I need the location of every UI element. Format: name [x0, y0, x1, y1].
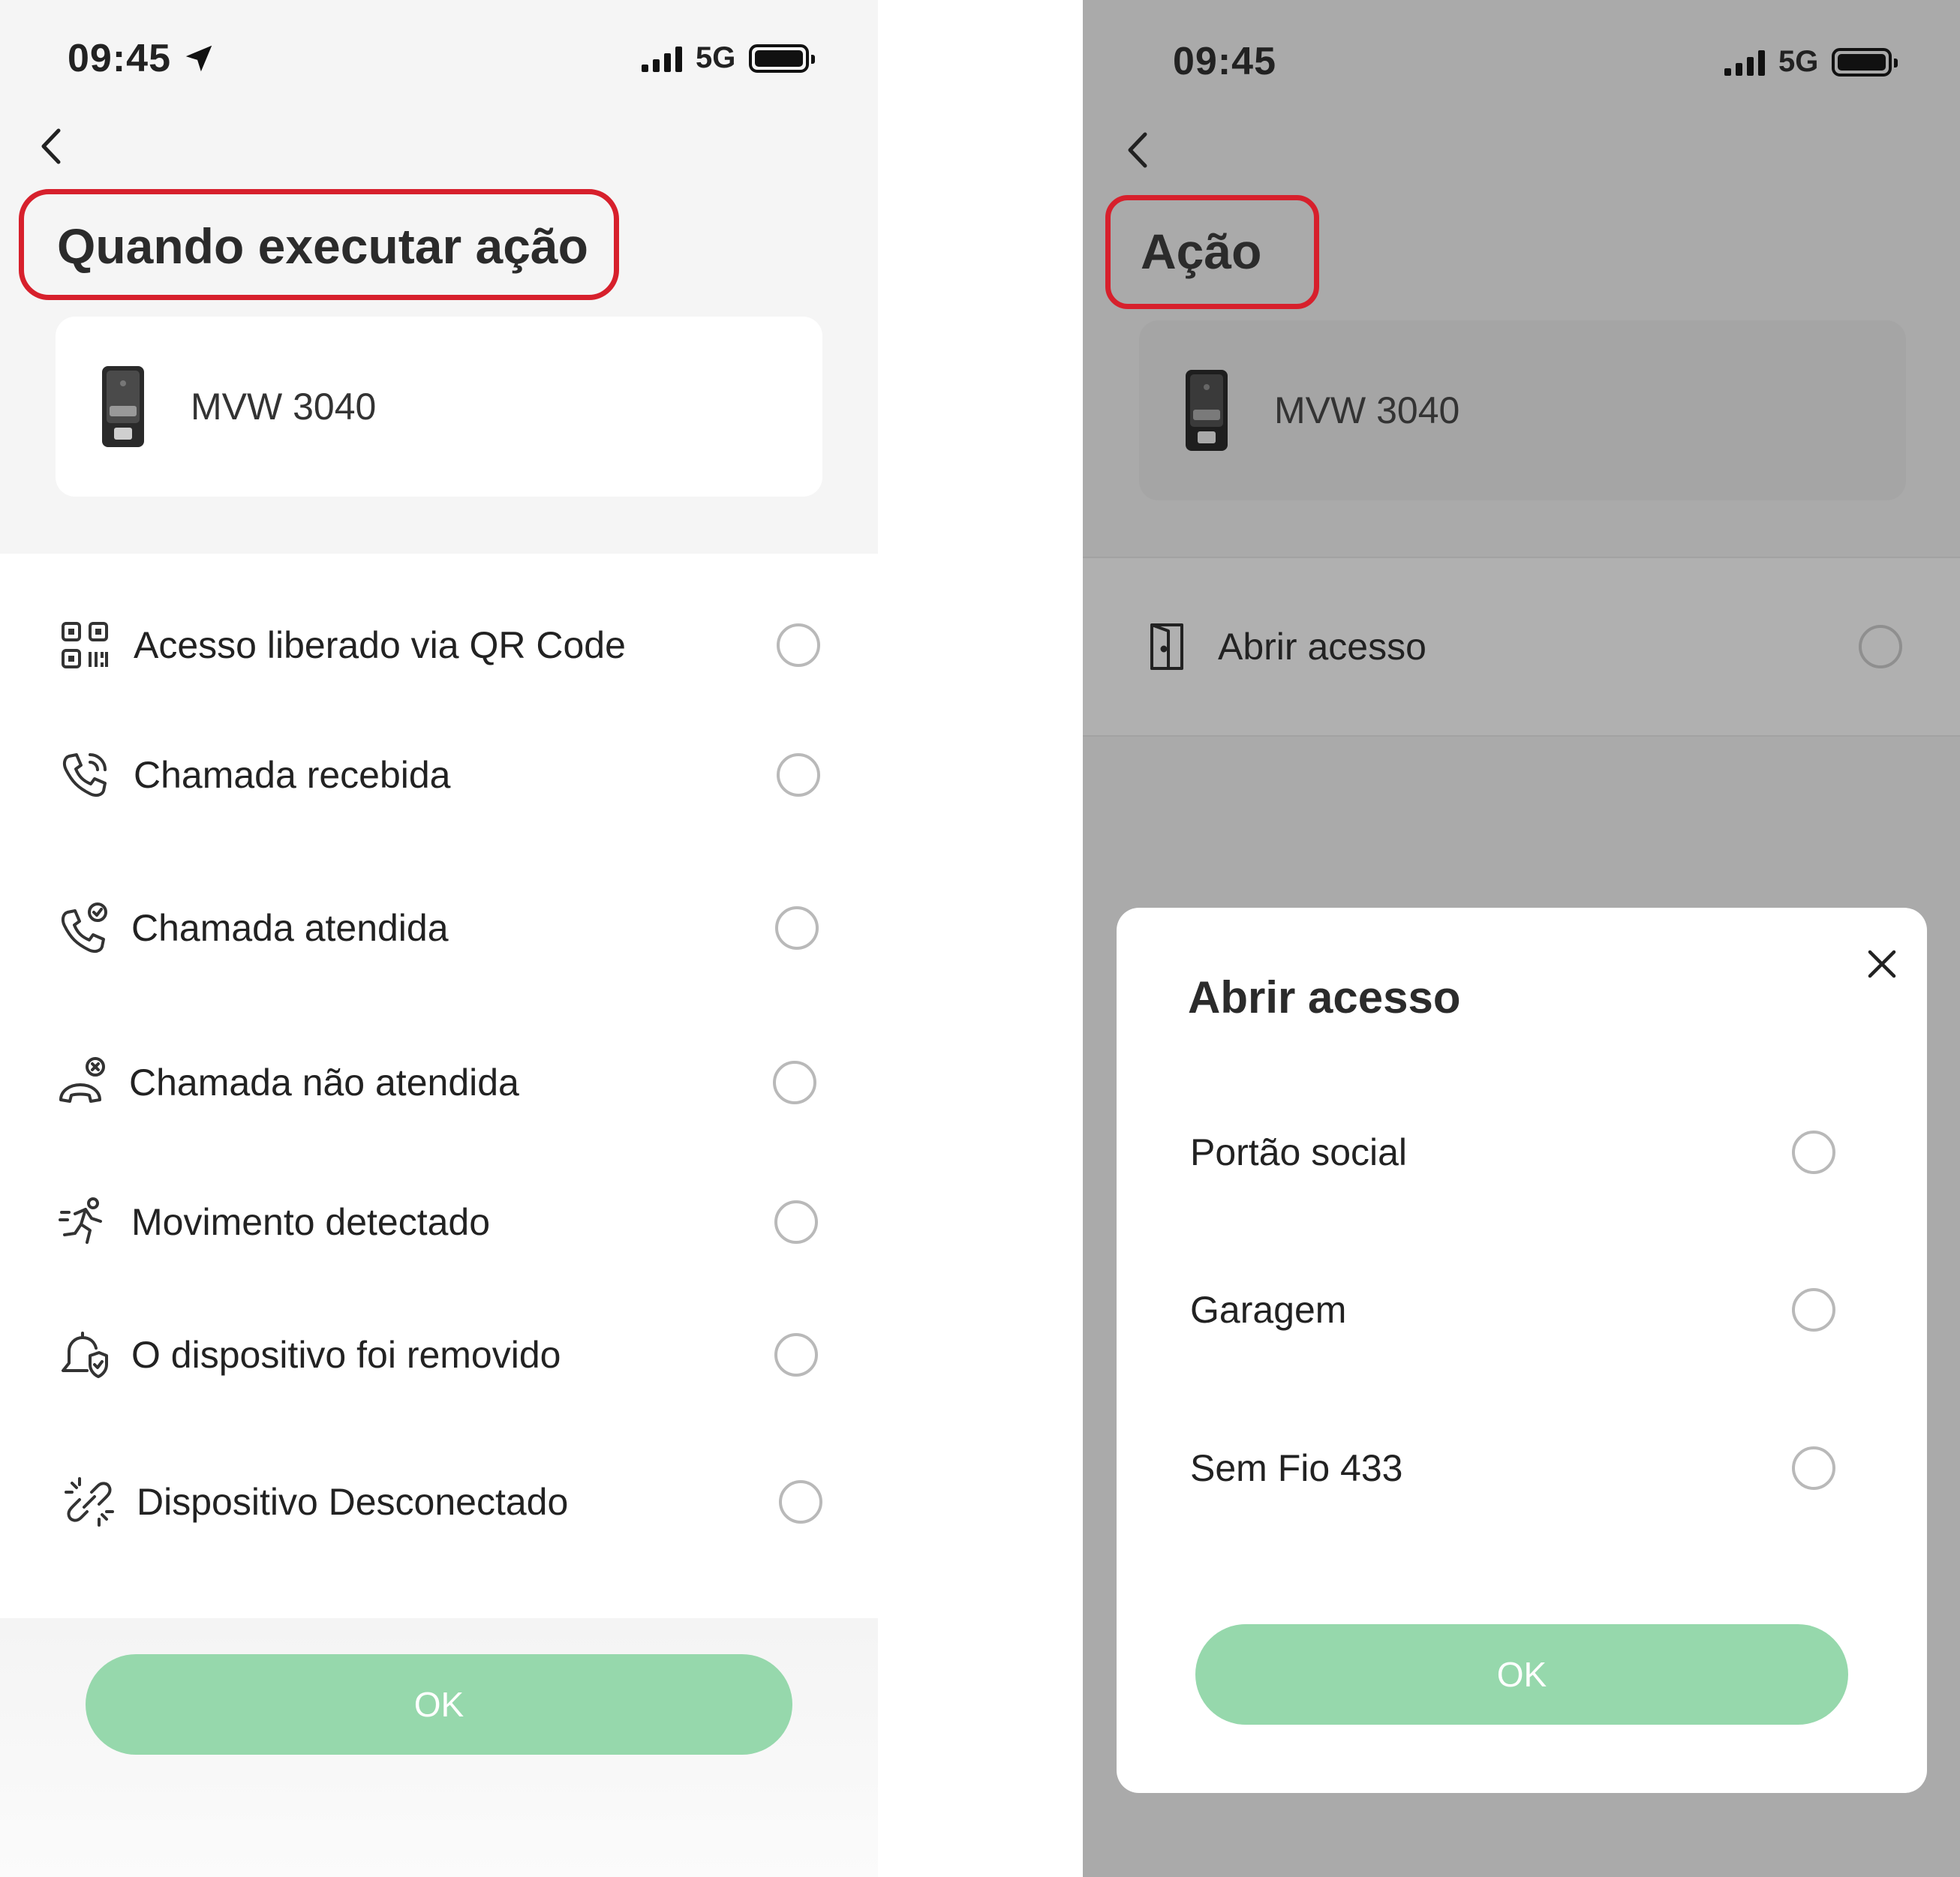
location-arrow-icon [185, 45, 212, 72]
page-title: Quando executar ação [57, 218, 588, 274]
option-label: Garagem [1190, 1289, 1347, 1331]
trigger-row-qr-code[interactable]: Acesso liberado via QR Code [0, 608, 878, 683]
motion-icon [59, 1197, 102, 1244]
status-bar: 09:45 5G [0, 0, 878, 113]
battery-icon [749, 44, 816, 73]
device-name: MVW 3040 [1274, 389, 1460, 431]
trigger-label: Dispositivo Desconectado [137, 1481, 569, 1523]
trigger-label: Acesso liberado via QR Code [134, 624, 626, 666]
status-indicators: 5G [1724, 45, 1898, 79]
trigger-radio[interactable] [773, 1061, 816, 1104]
trigger-label: Chamada recebida [134, 754, 451, 796]
modal-option-row[interactable]: Garagem [1117, 1272, 1927, 1347]
action-radio[interactable] [1859, 625, 1902, 668]
trigger-radio[interactable] [774, 1200, 818, 1244]
trigger-label: Chamada atendida [131, 907, 449, 949]
status-indicators: 5G [642, 41, 816, 75]
page-title: Ação [1141, 224, 1262, 279]
network-type: 5G [1778, 45, 1819, 78]
device-card[interactable]: MVW 3040 [1139, 320, 1906, 500]
missed-call-icon [59, 1057, 105, 1103]
trigger-row-answered-call[interactable]: Chamada atendida [0, 890, 878, 966]
door-icon [1150, 623, 1183, 670]
status-bar: 09:45 5G [1083, 0, 1960, 113]
trigger-row-incoming-call[interactable]: Chamada recebida [0, 737, 878, 812]
open-access-modal: Abrir acesso Portão social Garagem Sem F… [1117, 908, 1927, 1793]
option-radio[interactable] [1792, 1131, 1835, 1174]
action-label: Abrir acesso [1218, 626, 1426, 668]
trigger-row-disconnected[interactable]: Dispositivo Desconectado [0, 1464, 878, 1539]
modal-ok-button[interactable]: OK [1195, 1624, 1848, 1725]
trigger-radio[interactable] [775, 906, 819, 950]
trigger-row-device-removed[interactable]: O dispositivo foi removido [0, 1317, 878, 1392]
signal-icon [642, 45, 682, 72]
back-chevron-icon[interactable] [30, 120, 75, 173]
modal-option-row[interactable]: Sem Fio 433 [1117, 1431, 1927, 1506]
trigger-radio[interactable] [779, 1480, 822, 1524]
status-time: 09:45 [1173, 40, 1276, 83]
network-type: 5G [696, 41, 736, 74]
incoming-call-icon [62, 753, 107, 797]
intercom-device-icon [102, 366, 144, 447]
qr-code-icon [62, 622, 108, 668]
ok-button[interactable]: OK [86, 1654, 792, 1755]
battery-icon [1832, 47, 1898, 77]
intercom-device-icon [1186, 370, 1228, 451]
option-radio[interactable] [1792, 1288, 1835, 1332]
right-screen: 09:45 5G Ação MVW 3040 Abrir acesso Abri… [1083, 0, 1960, 1877]
trigger-radio[interactable] [774, 1333, 818, 1377]
trigger-radio[interactable] [777, 623, 820, 667]
device-removed-icon [62, 1332, 108, 1378]
trigger-row-motion[interactable]: Movimento detectado [0, 1185, 878, 1260]
option-label: Portão social [1190, 1131, 1408, 1173]
trigger-label: O dispositivo foi removido [131, 1334, 561, 1376]
option-radio[interactable] [1792, 1446, 1835, 1490]
option-label: Sem Fio 433 [1190, 1447, 1403, 1489]
device-name: MVW 3040 [191, 386, 377, 428]
modal-option-row[interactable]: Portão social [1117, 1115, 1927, 1190]
device-card[interactable]: MVW 3040 [56, 317, 822, 497]
signal-icon [1724, 49, 1765, 76]
close-icon[interactable] [1859, 942, 1904, 987]
modal-title: Abrir acesso [1188, 972, 1461, 1023]
disconnected-link-icon [65, 1477, 114, 1527]
status-time: 09:45 [68, 37, 171, 80]
answered-call-icon [61, 902, 107, 954]
trigger-row-missed-call[interactable]: Chamada não atendida [0, 1045, 878, 1120]
left-screen: 09:45 5G Quando executar ação MVW 3040 A… [0, 0, 878, 1877]
trigger-label: Chamada não atendida [129, 1062, 519, 1104]
action-row-open-access[interactable]: Abrir acesso [1083, 609, 1960, 684]
trigger-radio[interactable] [777, 753, 820, 797]
back-chevron-icon[interactable] [1117, 124, 1162, 176]
trigger-label: Movimento detectado [131, 1201, 491, 1243]
